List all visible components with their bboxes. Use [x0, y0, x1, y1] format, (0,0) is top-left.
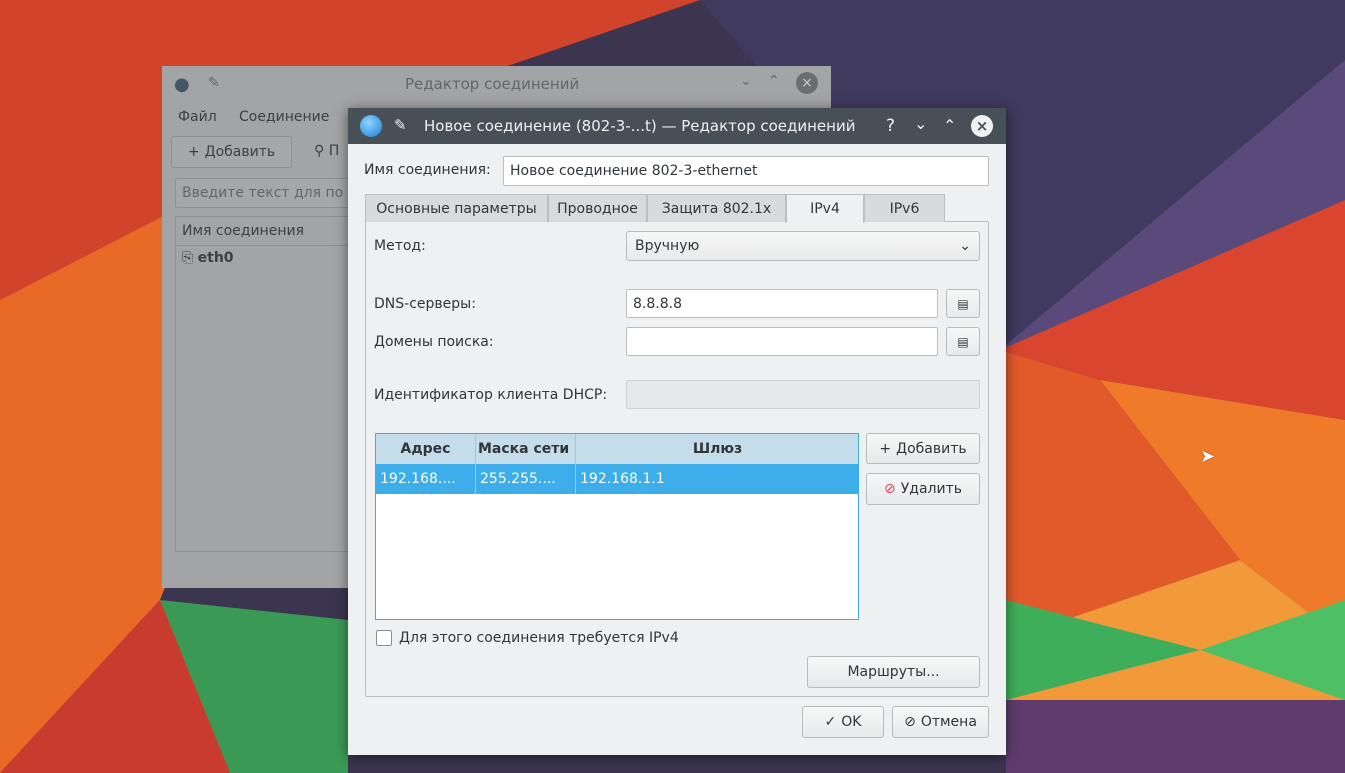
tab-general[interactable]: Основные параметры	[365, 194, 548, 222]
addresses-table[interactable]: Адрес Маска сети Шлюз 192.168.... 255.25…	[375, 433, 859, 620]
tab-ipv6[interactable]: IPv6	[864, 194, 945, 222]
maximize-icon[interactable]: ⌃	[768, 73, 780, 89]
list-edit-icon: ▤	[957, 296, 969, 311]
pin-icon[interactable]: ✎	[208, 75, 220, 91]
column-header-netmask[interactable]: Маска сети	[476, 434, 576, 464]
add-button[interactable]: + Добавить	[171, 136, 292, 168]
menu-connection[interactable]: Соединение	[239, 109, 329, 125]
pin-icon[interactable]: ✎	[394, 116, 407, 134]
dialog-title: Новое соединение (802-3-...t) — Редактор…	[424, 117, 856, 135]
cancel-button[interactable]: ⊘ Отмена	[892, 706, 989, 738]
connection-list: Имя соединения ⎘ eth0	[175, 216, 375, 552]
mouse-cursor-icon: ➤	[1200, 446, 1216, 467]
close-icon[interactable]: ×	[796, 72, 818, 94]
domains-edit-button[interactable]: ▤	[946, 327, 980, 356]
plus-icon: +	[879, 440, 892, 457]
ipv4-panel: Метод: Вручную ⌄ DNS-серверы: 8.8.8.8 ▤ Д…	[365, 221, 989, 697]
connection-name-input[interactable]: Новое соединение 802-3-ethernet	[503, 156, 989, 186]
dhcp-client-id-input[interactable]	[626, 380, 980, 409]
connection-name-label: Имя соединения:	[364, 162, 491, 178]
checkbox-box[interactable]	[376, 630, 392, 646]
list-header: Имя соединения	[176, 217, 374, 246]
menu-file[interactable]: Файл	[178, 109, 217, 125]
tab-ipv4[interactable]: IPv4	[786, 194, 864, 223]
method-select[interactable]: Вручную ⌄	[626, 231, 980, 261]
ok-button[interactable]: ✓ OK	[802, 706, 884, 738]
require-ipv4-checkbox[interactable]: Для этого соединения требуется IPv4	[376, 630, 679, 646]
network-wired-icon: ⎘	[182, 250, 198, 266]
list-item[interactable]: ⎘ eth0	[176, 246, 374, 270]
check-icon: ✓	[824, 714, 837, 730]
tab-wired[interactable]: Проводное	[548, 194, 647, 222]
tab-8021x-security[interactable]: Защита 802.1x	[647, 194, 786, 222]
dns-edit-button[interactable]: ▤	[946, 289, 980, 318]
cell-address[interactable]: 192.168....	[376, 464, 476, 494]
maximize-icon[interactable]: ⌃	[943, 116, 956, 135]
globe-icon	[360, 115, 382, 137]
toolbar-second-button[interactable]: ⚲ П	[314, 143, 339, 159]
search-domains-input[interactable]	[626, 327, 938, 356]
minimize-icon[interactable]: ⌄	[740, 73, 752, 89]
plus-icon: +	[187, 144, 200, 160]
dns-input[interactable]: 8.8.8.8	[626, 289, 938, 318]
window-title: Редактор соединений	[405, 75, 580, 93]
search-domains-label: Домены поиска:	[374, 334, 494, 350]
chevron-down-icon: ⌄	[959, 238, 971, 254]
add-address-button[interactable]: + Добавить	[866, 433, 980, 464]
cell-netmask[interactable]: 255.255....	[476, 464, 576, 494]
dhcp-client-id-label: Идентификатор клиента DHCP:	[374, 387, 608, 403]
dialog-titlebar: ✎ Новое соединение (802-3-...t) — Редакт…	[348, 108, 1006, 144]
help-button[interactable]: ?	[886, 116, 895, 136]
column-header-address[interactable]: Адрес	[376, 434, 476, 464]
routes-button[interactable]: Маршруты...	[807, 656, 980, 688]
connection-editor-dialog: ✎ Новое соединение (802-3-...t) — Редакт…	[348, 108, 1006, 755]
close-icon[interactable]: ×	[971, 115, 993, 137]
cancel-icon: ⊘	[904, 714, 916, 730]
cell-gateway[interactable]: 192.168.1.1	[576, 464, 858, 494]
column-header-gateway[interactable]: Шлюз	[576, 434, 858, 464]
remove-icon: ⊘	[884, 481, 896, 497]
list-edit-icon: ▤	[957, 334, 969, 349]
globe-icon: ●	[174, 74, 190, 95]
dns-label: DNS-серверы:	[374, 296, 476, 312]
delete-address-button[interactable]: ⊘ Удалить	[866, 473, 980, 505]
minimize-icon[interactable]: ⌄	[914, 114, 927, 133]
search-input[interactable]: Введите текст для по	[175, 178, 375, 208]
method-label: Метод:	[374, 238, 426, 254]
